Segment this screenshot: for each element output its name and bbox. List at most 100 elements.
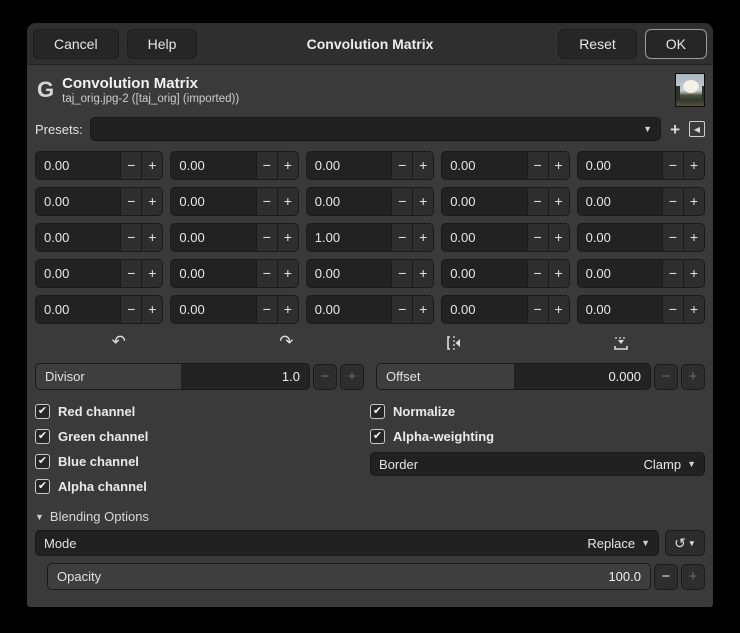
matrix-cell-2-3[interactable]: 0.00− + (441, 223, 570, 252)
increment-button[interactable]: + (412, 224, 434, 251)
flip-horizontal-button[interactable] (370, 332, 538, 352)
opacity-decrement-button[interactable]: − (654, 563, 678, 590)
decrement-button[interactable]: − (526, 260, 548, 287)
increment-button[interactable]: + (276, 224, 298, 251)
decrement-button[interactable]: − (255, 296, 277, 323)
matrix-cell-value[interactable]: 0.00 (578, 224, 662, 251)
increment-button[interactable]: + (141, 188, 163, 215)
increment-button[interactable]: + (547, 152, 569, 179)
matrix-cell-1-3[interactable]: 0.00− + (441, 187, 570, 216)
ok-button[interactable]: OK (644, 28, 707, 59)
cancel-button[interactable]: Cancel (33, 28, 119, 59)
decrement-button[interactable]: − (391, 260, 413, 287)
matrix-cell-1-4[interactable]: 0.00− + (576, 187, 705, 216)
increment-button[interactable]: + (412, 152, 434, 179)
matrix-cell-value[interactable]: 0.00 (36, 188, 120, 215)
increment-button[interactable]: + (682, 296, 704, 323)
offset-decrement-button[interactable]: − (654, 363, 678, 390)
matrix-cell-2-0[interactable]: 0.00− + (35, 223, 164, 252)
matrix-cell-3-3[interactable]: 0.00− + (441, 259, 570, 288)
checkbox[interactable]: ✔ (35, 404, 50, 419)
decrement-button[interactable]: − (255, 260, 277, 287)
decrement-button[interactable]: − (120, 152, 142, 179)
matrix-cell-value[interactable]: 0.00 (171, 260, 255, 287)
checkbox-row[interactable]: ✔ Alpha channel (35, 474, 370, 499)
increment-button[interactable]: + (276, 188, 298, 215)
blending-options-expander[interactable]: ▼ Blending Options (27, 499, 713, 528)
matrix-cell-value[interactable]: 0.00 (578, 260, 662, 287)
rotate-counterclockwise-button[interactable]: ↶ (35, 332, 203, 352)
opacity-slider[interactable]: Opacity 100.0 (47, 563, 651, 590)
flip-vertical-button[interactable] (538, 332, 706, 352)
checkbox-row[interactable]: ✔ Alpha-weighting (370, 424, 705, 449)
decrement-button[interactable]: − (391, 224, 413, 251)
matrix-cell-value[interactable]: 0.00 (36, 296, 120, 323)
matrix-cell-2-1[interactable]: 0.00− + (170, 223, 299, 252)
decrement-button[interactable]: − (661, 188, 683, 215)
increment-button[interactable]: + (547, 224, 569, 251)
increment-button[interactable]: + (682, 260, 704, 287)
matrix-cell-3-1[interactable]: 0.00− + (170, 259, 299, 288)
divisor-decrement-button[interactable]: − (313, 363, 337, 390)
matrix-cell-3-0[interactable]: 0.00− + (35, 259, 164, 288)
rotate-clockwise-button[interactable]: ↷ (203, 332, 371, 352)
increment-button[interactable]: + (682, 188, 704, 215)
matrix-cell-3-2[interactable]: 0.00− + (305, 259, 435, 288)
matrix-cell-2-4[interactable]: 0.00− + (576, 223, 705, 252)
matrix-cell-value[interactable]: 0.00 (36, 224, 120, 251)
border-combobox[interactable]: Border Clamp ▼ (370, 452, 705, 476)
matrix-cell-value[interactable]: 0.00 (307, 296, 391, 323)
matrix-cell-1-0[interactable]: 0.00− + (35, 187, 164, 216)
increment-button[interactable]: + (412, 188, 434, 215)
decrement-button[interactable]: − (526, 296, 548, 323)
merge-filter-checkbox-row[interactable]: Merge filter (127, 604, 215, 607)
matrix-cell-value[interactable]: 0.00 (442, 296, 526, 323)
checkbox-row[interactable]: ✔ Red channel (35, 399, 370, 424)
preview-checkbox-row[interactable]: ✔ Preview (35, 604, 107, 607)
matrix-cell-3-4[interactable]: 0.00− + (576, 259, 705, 288)
matrix-cell-0-1[interactable]: 0.00− + (170, 151, 299, 180)
matrix-cell-0-3[interactable]: 0.00− + (441, 151, 570, 180)
matrix-cell-4-0[interactable]: 0.00− + (35, 295, 164, 324)
increment-button[interactable]: + (276, 296, 298, 323)
increment-button[interactable]: + (141, 224, 163, 251)
divisor-increment-button[interactable]: + (340, 363, 364, 390)
decrement-button[interactable]: − (120, 296, 142, 323)
decrement-button[interactable]: − (661, 224, 683, 251)
matrix-cell-value[interactable]: 0.00 (578, 188, 662, 215)
matrix-cell-value[interactable]: 0.00 (171, 224, 255, 251)
decrement-button[interactable]: − (661, 152, 683, 179)
matrix-cell-value[interactable]: 0.00 (578, 152, 662, 179)
decrement-button[interactable]: − (661, 260, 683, 287)
matrix-cell-4-1[interactable]: 0.00− + (170, 295, 299, 324)
matrix-cell-1-2[interactable]: 0.00− + (305, 187, 435, 216)
preset-menu-button[interactable]: ◀ (689, 121, 705, 137)
split-view-checkbox-row[interactable]: Split view (627, 604, 705, 607)
divisor-slider[interactable]: Divisor 1.0 (35, 363, 310, 390)
matrix-cell-1-1[interactable]: 0.00− + (170, 187, 299, 216)
checkbox-row[interactable]: ✔ Green channel (35, 424, 370, 449)
matrix-cell-value[interactable]: 0.00 (171, 152, 255, 179)
checkbox[interactable]: ✔ (35, 454, 50, 469)
matrix-cell-value[interactable]: 0.00 (36, 152, 120, 179)
offset-value[interactable]: 0.000 (608, 364, 641, 389)
increment-button[interactable]: + (276, 260, 298, 287)
matrix-cell-value[interactable]: 0.00 (307, 260, 391, 287)
increment-button[interactable]: + (412, 296, 434, 323)
matrix-cell-value[interactable]: 0.00 (442, 152, 526, 179)
reset-button[interactable]: Reset (558, 28, 637, 59)
matrix-cell-4-3[interactable]: 0.00− + (441, 295, 570, 324)
matrix-cell-value[interactable]: 0.00 (36, 260, 120, 287)
decrement-button[interactable]: − (391, 188, 413, 215)
increment-button[interactable]: + (141, 296, 163, 323)
matrix-cell-0-0[interactable]: 0.00− + (35, 151, 164, 180)
increment-button[interactable]: + (547, 188, 569, 215)
increment-button[interactable]: + (141, 260, 163, 287)
offset-slider[interactable]: Offset 0.000 (376, 363, 651, 390)
matrix-cell-value[interactable]: 0.00 (307, 152, 391, 179)
offset-increment-button[interactable]: + (681, 363, 705, 390)
add-preset-button[interactable]: + (668, 121, 682, 138)
decrement-button[interactable]: − (255, 224, 277, 251)
decrement-button[interactable]: − (120, 260, 142, 287)
decrement-button[interactable]: − (255, 152, 277, 179)
